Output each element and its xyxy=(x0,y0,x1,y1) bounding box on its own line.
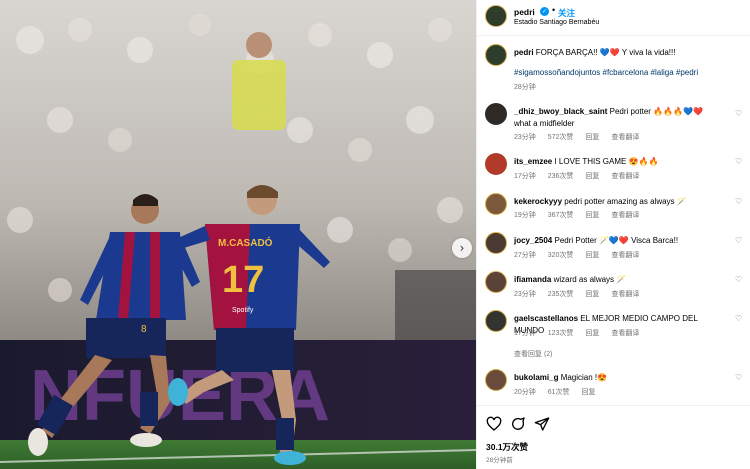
comment-meta: 19分钟 367次赞 回复 查看翻译 xyxy=(514,210,649,220)
location-link[interactable]: Estadio Santiago Bernabéu xyxy=(514,19,599,26)
translate-button[interactable]: 查看翻译 xyxy=(611,212,639,219)
comment-meta: 20分钟 61次赞 回复 xyxy=(514,387,606,397)
reply-button[interactable]: 回复 xyxy=(585,212,599,219)
player-right-number: 17 xyxy=(222,259,264,301)
comment-username[interactable]: gaelscastellanos xyxy=(514,314,578,323)
comment-time: 20分钟 xyxy=(514,389,536,396)
next-arrow-icon[interactable]: › xyxy=(452,238,472,258)
view-replies-label: 查看回复 (2) xyxy=(514,351,553,358)
reply-button[interactable]: 回复 xyxy=(585,291,599,298)
comment-username[interactable]: its_emzee xyxy=(514,157,552,166)
comment-icon[interactable] xyxy=(510,416,526,432)
comment-text: kekerockyyy pedri potter amazing as alwa… xyxy=(514,196,712,208)
caption-time: 28分钟 xyxy=(514,84,536,91)
like-count[interactable]: 30.1万次赞 xyxy=(486,441,528,453)
comment-body: Magician !😍 xyxy=(560,373,608,382)
comment-time: 23分钟 xyxy=(514,291,536,298)
comment-time: 23分钟 xyxy=(514,134,536,141)
comment-body: Pedri Potter 🪄💙❤️ Visca Barca!! xyxy=(554,236,679,245)
comment-avatar[interactable] xyxy=(485,310,507,332)
reply-button[interactable]: 回复 xyxy=(582,389,596,396)
comment-username[interactable]: ifiamanda xyxy=(514,275,551,284)
heart-icon[interactable]: ♡ xyxy=(735,275,744,284)
author-avatar[interactable] xyxy=(485,5,507,27)
post-viewer: NFUERA 8 xyxy=(0,0,750,469)
comment-avatar[interactable] xyxy=(485,193,507,215)
comment-likes[interactable]: 572次赞 xyxy=(548,134,574,141)
player-left-number: 8 xyxy=(141,324,147,335)
comment-time: 17分钟 xyxy=(514,330,536,337)
post-header: pedri ✓ • 关注 Estadio Santiago Bernabéu xyxy=(477,0,750,36)
caption-hashtags[interactable]: #sigamossoñandojuntos #fcbarcelona #lali… xyxy=(514,68,698,77)
comment-avatar[interactable] xyxy=(485,103,507,125)
comment-meta: 27分钟 320次赞 回复 查看翻译 xyxy=(514,250,649,260)
comment-body: wizard as always 🪄 xyxy=(553,275,627,284)
post-actions: 30.1万次赞 28分钟前 xyxy=(477,405,750,469)
author-username[interactable]: pedri xyxy=(514,7,535,17)
comment-text: its_emzee I LOVE THIS GAME 😍🔥🔥 xyxy=(514,156,712,168)
player-right-name: M.CASADÓ xyxy=(218,236,273,249)
comment-meta: 17分钟 123次赞 回复 查看翻译 xyxy=(514,328,649,338)
comment-time: 17分钟 xyxy=(514,173,536,180)
translate-button[interactable]: 查看翻译 xyxy=(611,134,639,141)
comments-panel: pedri ✓ • 关注 Estadio Santiago Bernabéu p… xyxy=(476,0,750,469)
translate-button[interactable]: 查看翻译 xyxy=(611,173,639,180)
reply-button[interactable]: 回复 xyxy=(585,330,599,337)
caption-username[interactable]: pedri xyxy=(514,48,534,57)
comment-time: 19分钟 xyxy=(514,212,536,219)
comment-text: jocy_2504 Pedri Potter 🪄💙❤️ Visca Barca!… xyxy=(514,235,712,247)
comment-username[interactable]: bukolami_g xyxy=(514,373,558,382)
comment-meta: 23分钟 235次赞 回复 查看翻译 xyxy=(514,289,649,299)
caption-text: pedri FORÇA BARÇA!! 💙❤️ Y viva la vida!!… xyxy=(514,47,744,59)
heart-icon[interactable] xyxy=(486,416,502,432)
translate-button[interactable]: 查看翻译 xyxy=(611,330,639,337)
comment-meta: 17分钟 236次赞 回复 查看翻译 xyxy=(514,171,649,181)
stadium-photo: NFUERA 8 xyxy=(0,0,476,469)
view-replies-button[interactable]: 查看回复 (2) xyxy=(514,349,553,359)
comment-username[interactable]: _dhiz_bwoy_black_saint xyxy=(514,107,607,116)
reply-button[interactable]: 回复 xyxy=(585,134,599,141)
share-icon[interactable] xyxy=(534,416,550,432)
translate-button[interactable]: 查看翻译 xyxy=(611,252,639,259)
comment-username[interactable]: jocy_2504 xyxy=(514,236,552,245)
translate-button[interactable]: 查看翻译 xyxy=(611,291,639,298)
caption-body: FORÇA BARÇA!! 💙❤️ Y viva la vida!!! xyxy=(535,48,676,57)
reply-button[interactable]: 回复 xyxy=(585,173,599,180)
comment-avatar[interactable] xyxy=(485,369,507,391)
comment-likes[interactable]: 236次赞 xyxy=(548,173,574,180)
heart-icon[interactable]: ♡ xyxy=(735,109,744,118)
follow-button[interactable]: 关注 xyxy=(558,7,575,19)
comment-text: bukolami_g Magician !😍 xyxy=(514,372,712,384)
post-photo[interactable]: NFUERA 8 xyxy=(0,0,476,469)
verified-icon: ✓ xyxy=(540,7,549,16)
separator-dot: • xyxy=(552,5,556,15)
comment-text: _dhiz_bwoy_black_saint Pedri potter 🔥🔥🔥💙… xyxy=(514,106,712,130)
heart-icon[interactable]: ♡ xyxy=(735,197,744,206)
heart-icon[interactable]: ♡ xyxy=(735,314,744,323)
comment-body: pedri potter amazing as always 🪄 xyxy=(564,197,687,206)
heart-icon[interactable]: ♡ xyxy=(735,157,744,166)
comment-time: 27分钟 xyxy=(514,252,536,259)
comment-avatar[interactable] xyxy=(485,232,507,254)
comment-meta: 23分钟 572次赞 回复 查看翻译 xyxy=(514,132,649,142)
comment-likes[interactable]: 320次赞 xyxy=(548,252,574,259)
comment-likes[interactable]: 367次赞 xyxy=(548,212,574,219)
caption-avatar[interactable] xyxy=(485,44,507,66)
heart-icon[interactable]: ♡ xyxy=(735,236,744,245)
reply-button[interactable]: 回复 xyxy=(585,252,599,259)
comment-username[interactable]: kekerockyyy xyxy=(514,197,562,206)
comment-avatar[interactable] xyxy=(485,153,507,175)
comment-likes[interactable]: 235次赞 xyxy=(548,291,574,298)
heart-icon[interactable]: ♡ xyxy=(735,373,744,382)
sponsor-logo-text: Spotify xyxy=(232,307,254,314)
comment-text: ifiamanda wizard as always 🪄 xyxy=(514,274,712,286)
comment-avatar[interactable] xyxy=(485,271,507,293)
comment-likes[interactable]: 123次赞 xyxy=(548,330,574,337)
comment-body: I LOVE THIS GAME 😍🔥🔥 xyxy=(554,157,659,166)
post-timestamp: 28分钟前 xyxy=(486,457,513,464)
comment-likes[interactable]: 61次赞 xyxy=(548,389,570,396)
